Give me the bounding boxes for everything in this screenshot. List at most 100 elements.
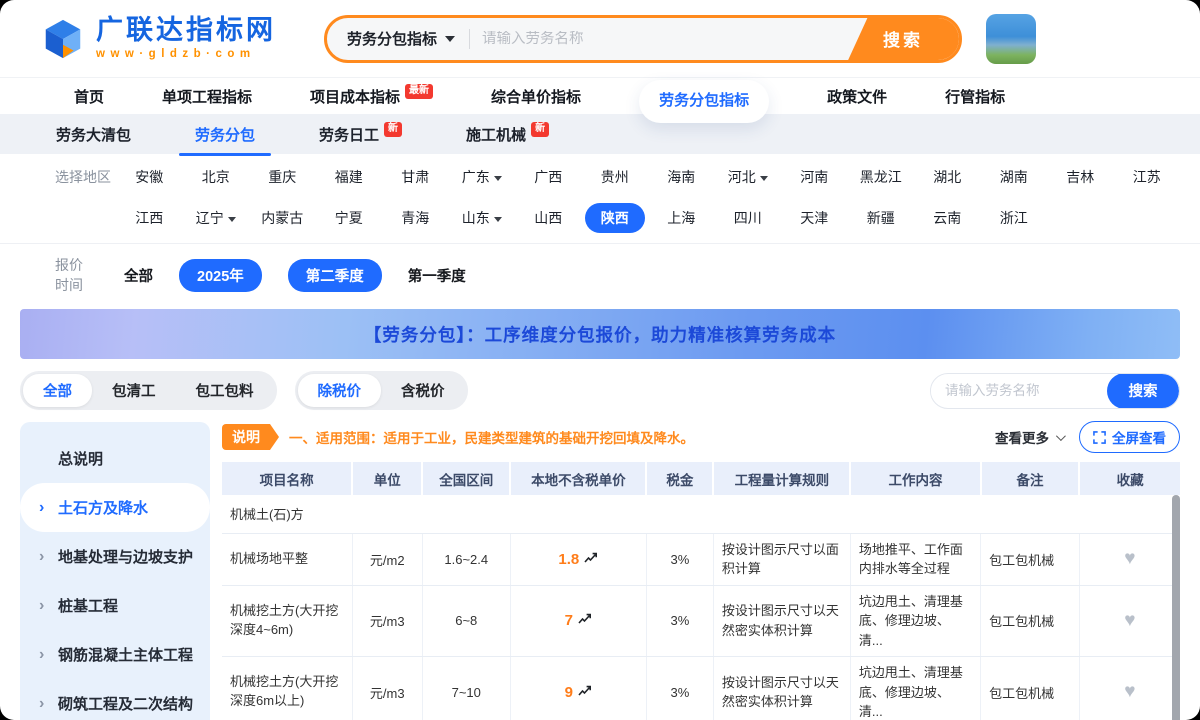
province-option[interactable]: 海南: [667, 167, 695, 187]
time-option[interactable]: 第二季度: [288, 259, 382, 292]
header-search-input[interactable]: [470, 31, 847, 47]
main-nav-item[interactable]: 综合单价指标: [491, 86, 581, 107]
sidebar-item-label: 砌筑工程及二次结构: [58, 693, 193, 714]
calc-rule-cell: 按设计图示尺寸以面积计算: [713, 533, 850, 585]
main-nav-label: 劳务分包指标: [659, 89, 749, 110]
province-option[interactable]: 湖北: [933, 167, 961, 187]
province-option[interactable]: 宁夏: [335, 208, 363, 228]
avatar[interactable]: [986, 14, 1036, 64]
province-label: 陕西: [601, 208, 629, 228]
chevron-down-icon: [1056, 431, 1066, 441]
province-option[interactable]: 上海: [667, 208, 695, 228]
province-label: 上海: [667, 208, 695, 228]
province-option[interactable]: 江西: [135, 208, 163, 228]
table-row: 机械场地平整元/m21.6~2.41.83%按设计图示尺寸以面积计算场地推平、工…: [222, 533, 1180, 585]
sidebar-item[interactable]: ›总说明: [20, 434, 210, 483]
search-category-dropdown[interactable]: 劳务分包指标: [327, 28, 469, 49]
province-option[interactable]: 吉林: [1066, 167, 1094, 187]
province-option[interactable]: 青海: [401, 208, 429, 228]
sub-nav-item[interactable]: 劳务日工新: [319, 124, 402, 145]
province-label: 辽宁: [196, 208, 224, 228]
time-option[interactable]: 第一季度: [408, 265, 466, 286]
main-nav-item[interactable]: 政策文件: [827, 86, 887, 107]
province-option[interactable]: 广东: [462, 167, 502, 187]
fullscreen-label: 全屏查看: [1112, 427, 1166, 447]
fullscreen-button[interactable]: 全屏查看: [1079, 421, 1180, 453]
column-header: 项目名称: [222, 462, 352, 495]
favorite-heart-button[interactable]: ♥: [1124, 610, 1135, 631]
province-option[interactable]: 河南: [800, 167, 828, 187]
price-table: 项目名称单位全国区间本地不含税单价税金工程量计算规则工作内容备注收藏机械土(石)…: [222, 462, 1180, 720]
view-more-button[interactable]: 查看更多: [995, 427, 1063, 447]
item-name-cell: 机械场地平整: [222, 533, 352, 585]
trend-up-icon: [584, 552, 598, 564]
column-header: 本地不含税单价: [510, 462, 646, 495]
province-option[interactable]: 天津: [800, 208, 828, 228]
province-option[interactable]: 山东: [462, 208, 502, 228]
table-row: 机械挖土方(大开挖深度4~6m)元/m36~873%按设计图示尺寸以天然密实体积…: [222, 585, 1180, 657]
scope-option[interactable]: 包清工: [92, 374, 176, 407]
trend-up-icon: [578, 685, 592, 697]
sidebar-item[interactable]: ›地基处理与边坡支护: [20, 532, 210, 581]
national-range-cell: 1.6~2.4: [422, 533, 510, 585]
sidebar-item-label: 总说明: [58, 448, 103, 469]
sidebar-item[interactable]: ›土石方及降水: [20, 483, 210, 532]
tax-option[interactable]: 含税价: [381, 374, 465, 407]
brand-subtitle: www·gldzb·com: [96, 48, 276, 60]
list-search-input[interactable]: [931, 383, 1107, 398]
main-nav-item[interactable]: 劳务分包指标: [639, 80, 769, 123]
province-option[interactable]: 山西: [534, 208, 562, 228]
province-option[interactable]: 浙江: [1000, 208, 1028, 228]
province-option[interactable]: 广西: [534, 167, 562, 187]
scope-option[interactable]: 包工包料: [176, 374, 274, 407]
province-option[interactable]: 河北: [728, 167, 768, 187]
province-option[interactable]: 内蒙古: [261, 208, 303, 228]
province-option[interactable]: 辽宁: [196, 208, 236, 228]
brand-logo[interactable]: 广联达指标网 www·gldzb·com: [40, 16, 276, 62]
time-option[interactable]: 2025年: [179, 259, 262, 292]
province-option[interactable]: 新疆: [867, 208, 895, 228]
column-header: 备注: [981, 462, 1080, 495]
sub-nav-item[interactable]: 劳务分包: [195, 124, 255, 145]
main-nav-item[interactable]: 项目成本指标最新: [310, 86, 433, 107]
sidebar-item-label: 钢筋混凝土主体工程: [58, 644, 193, 665]
list-search-button[interactable]: 搜索: [1107, 373, 1179, 409]
new-badge: 新: [531, 122, 549, 137]
scope-option[interactable]: 全部: [23, 374, 92, 407]
note-text: 一、适用范围：适用于工业，民建类型建筑的基础开挖回填及降水。: [289, 427, 995, 447]
favorite-heart-button[interactable]: ♥: [1124, 681, 1135, 702]
price-value: 7: [565, 612, 573, 629]
province-option[interactable]: 陕西: [585, 203, 645, 233]
brand-title: 广联达指标网: [96, 17, 276, 44]
province-option[interactable]: 北京: [202, 167, 230, 187]
header-search-button[interactable]: 搜索: [847, 15, 959, 63]
sidebar-item[interactable]: ›桩基工程: [20, 581, 210, 630]
province-option[interactable]: 甘肃: [401, 167, 429, 187]
promo-banner-text: 【劳务分包】：工序维度分包报价，助力精准核算劳务成本: [364, 322, 836, 347]
sub-nav-item[interactable]: 劳务大清包: [56, 124, 131, 145]
sidebar-item[interactable]: ›钢筋混凝土主体工程: [20, 630, 210, 679]
province-option[interactable]: 福建: [335, 167, 363, 187]
province-option[interactable]: 云南: [933, 208, 961, 228]
main-nav-item[interactable]: 单项工程指标: [162, 86, 252, 107]
province-option[interactable]: 四川: [734, 208, 762, 228]
local-price-cell: 9: [510, 657, 646, 720]
province-option[interactable]: 黑龙江: [860, 167, 902, 187]
province-option[interactable]: 重庆: [268, 167, 296, 187]
province-option[interactable]: 贵州: [601, 167, 629, 187]
sub-nav-item[interactable]: 施工机械新: [466, 124, 549, 145]
region-filter: 选择地区 安徽 北京 重庆 福建 甘肃 广东 广西 贵州 海南 河北 河南 黑龙江 湖北 湖南 吉林 江苏 江…: [0, 154, 1200, 243]
sub-nav-label: 劳务分包: [195, 124, 255, 145]
column-header: 工作内容: [850, 462, 980, 495]
main-nav-item[interactable]: 首页: [74, 86, 104, 107]
province-option[interactable]: 江苏: [1133, 167, 1161, 187]
region-label: 选择地区: [20, 167, 116, 187]
favorite-heart-button[interactable]: ♥: [1124, 548, 1135, 569]
main-nav-item[interactable]: 行管指标: [945, 86, 1005, 107]
province-option[interactable]: 安徽: [135, 167, 163, 187]
time-option[interactable]: 全部: [124, 265, 153, 286]
tax-option[interactable]: 除税价: [298, 374, 382, 407]
sidebar-item[interactable]: ›砌筑工程及二次结构: [20, 679, 210, 720]
table-scrollbar[interactable]: [1172, 495, 1180, 720]
province-option[interactable]: 湖南: [1000, 167, 1028, 187]
